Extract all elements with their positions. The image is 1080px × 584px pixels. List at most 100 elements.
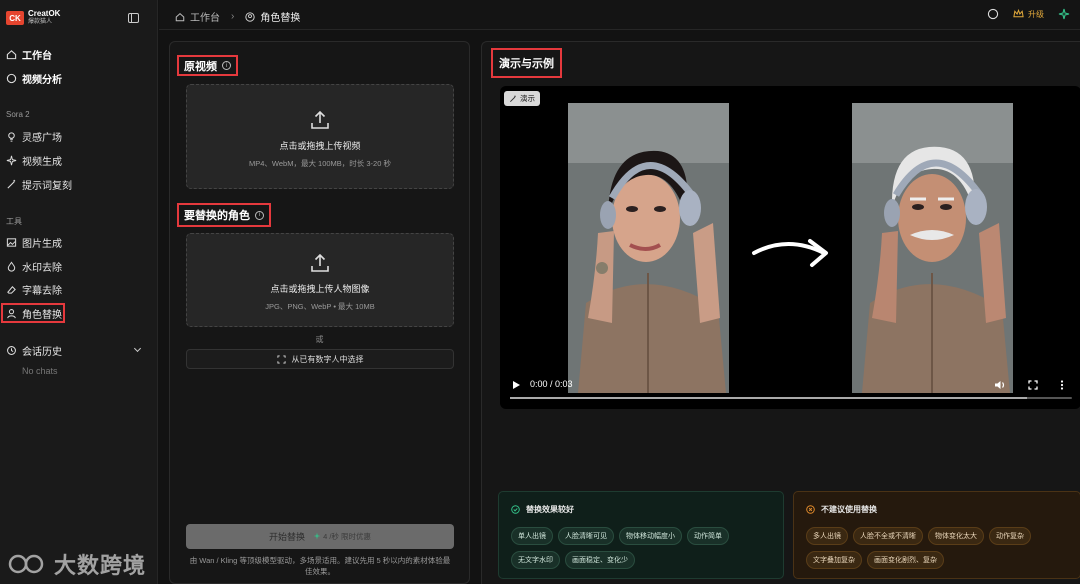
section-title-role: 要替换的角色 i	[177, 203, 271, 227]
tip-chip: 单人出镜	[511, 527, 553, 545]
arrow-right-icon	[752, 239, 828, 267]
start-cost: 4 /秒 限时优惠	[313, 531, 371, 542]
start-replace-button[interactable]: 开始替换 4 /秒 限时优惠	[186, 524, 454, 549]
sidebar-item-label: 角色替换	[22, 309, 62, 321]
sidebar-item-workbench[interactable]: 工作台	[4, 44, 152, 64]
upload-icon	[311, 253, 329, 272]
brand-sub: 爆款猫人	[28, 19, 53, 25]
volume-icon[interactable]	[994, 380, 1006, 390]
info-icon[interactable]: i	[255, 210, 264, 220]
sidebar-item-video-gen[interactable]: 视频生成	[4, 150, 152, 170]
sidebar-item-label: 字幕去除	[22, 285, 62, 297]
good-tips-title: 替换效果较好	[526, 505, 574, 514]
upgrade-button[interactable]: 升级	[1013, 9, 1044, 20]
sidebar-item-label: 灵感广场	[22, 132, 62, 144]
sparkle-icon[interactable]	[1058, 8, 1070, 20]
image-icon	[6, 237, 17, 247]
bulb-icon	[8, 131, 15, 142]
tip-chip: 人脸清晰可见	[558, 527, 614, 545]
brand-mark: CK	[6, 11, 24, 25]
pick-digital-human-button[interactable]: 从已有数字人中选择	[186, 349, 454, 369]
tip-chip: 画面变化剧烈、复杂	[867, 551, 944, 569]
or-divider: 或	[315, 335, 324, 344]
section-label-sora: Sora 2	[6, 110, 30, 119]
sidebar-item-role-replace[interactable]: 角色替换	[1, 303, 65, 323]
sparkle-icon	[6, 155, 17, 165]
section-label-tools: 工具	[6, 217, 22, 226]
play-icon[interactable]	[512, 380, 521, 390]
tip-chip: 无文字水印	[511, 551, 560, 569]
home-icon	[175, 12, 185, 21]
chat-bubble-icon	[6, 73, 17, 83]
video-upload-hint: MP4、WebM，最大 100MB，时长 3-20 秒	[249, 159, 391, 168]
sidebar-item-prompt-copy[interactable]: 提示词复刻	[4, 174, 152, 194]
pick-label: 从已有数字人中选择	[291, 354, 364, 364]
video-upload-text: 点击或拖拽上传视频	[279, 141, 361, 151]
demo-title: 演示与示例	[491, 48, 562, 78]
sidebar-item-inspiration[interactable]: 灵感广场	[4, 126, 152, 146]
woman-with-headphones-image	[568, 103, 729, 393]
brand-logo[interactable]: CK CreatOK 爆款猫人	[6, 10, 60, 26]
role-upload-hint: JPG、PNG、WebP • 最大 10MB	[265, 302, 375, 311]
history-icon	[7, 345, 16, 355]
fullscreen-icon[interactable]	[1028, 380, 1038, 390]
start-label: 开始替换	[268, 532, 305, 542]
sidebar-item-watermark-remove[interactable]: 水印去除	[4, 256, 152, 276]
breadcrumb-home[interactable]: 工作台	[190, 9, 220, 24]
eraser-icon	[7, 285, 16, 294]
source-video-title: 原视频	[184, 60, 217, 73]
wand-icon	[7, 179, 16, 189]
sidebar-item-video-analysis[interactable]: 视频分析	[4, 68, 152, 88]
sidebar-item-label: 会话历史	[22, 346, 62, 358]
user-icon	[7, 308, 16, 318]
sidebar-toggle-icon[interactable]	[128, 13, 139, 23]
more-options-icon[interactable]	[1060, 380, 1064, 390]
video-progress-bar[interactable]	[510, 397, 1072, 399]
video-time: 0:00 / 0:03	[530, 379, 573, 389]
after-frame	[852, 103, 1013, 393]
wand-icon	[510, 95, 516, 102]
chat-icon[interactable]	[987, 8, 999, 20]
bad-tips-title: 不建议使用替换	[821, 505, 877, 514]
watermark: 大数跨境	[8, 548, 146, 580]
video-controls: 0:00 / 0:03	[500, 369, 1080, 409]
check-circle-icon	[511, 505, 520, 514]
brand-name: CreatOK	[28, 9, 61, 18]
demo-tag: 演示	[504, 91, 540, 106]
start-cost-text: 4 /秒 限时优惠	[323, 532, 372, 541]
old-man-with-headphones-image	[852, 103, 1013, 393]
sidebar-item-image-gen[interactable]: 图片生成	[4, 232, 152, 252]
breadcrumb: 工作台 › 角色替换	[175, 9, 300, 24]
model-note: 由 Wan / Kling 等顶级模型驱动，多场景适用。建议先用 5 秒以内的素…	[189, 556, 451, 576]
upload-panel: 原视频 i 点击或拖拽上传视频 MP4、WebM，最大 100MB，时长 3-2…	[169, 41, 470, 584]
video-upload-dropzone[interactable]: 点击或拖拽上传视频 MP4、WebM，最大 100MB，时长 3-20 秒	[186, 84, 454, 189]
demo-tag-label: 演示	[520, 94, 535, 103]
video-progress-fill	[510, 397, 1028, 399]
watermark-text: 大数跨境	[54, 553, 147, 578]
tip-chip: 动作简单	[687, 527, 729, 545]
user-circle-icon	[245, 11, 255, 22]
top-bar: 工作台 › 角色替换 升级	[159, 0, 1080, 30]
tip-chip: 物体变化太大	[928, 527, 984, 545]
tip-chip: 人脸不全或不清晰	[853, 527, 923, 545]
sidebar-item-label: 水印去除	[22, 262, 62, 274]
sidebar-item-subtitle-remove[interactable]: 字幕去除	[4, 279, 152, 299]
before-frame	[568, 103, 729, 393]
tip-chip: 多人出镜	[806, 527, 848, 545]
sidebar-item-label: 图片生成	[22, 238, 62, 250]
sparkle-icon	[313, 532, 321, 540]
scan-icon	[276, 354, 286, 364]
upgrade-label: 升级	[1028, 9, 1044, 19]
breadcrumb-separator: ›	[231, 11, 235, 22]
role-upload-text: 点击或拖拽上传人物图像	[270, 284, 370, 294]
role-upload-dropzone[interactable]: 点击或拖拽上传人物图像 JPG、PNG、WebP • 最大 10MB	[186, 233, 454, 327]
chevron-down-icon[interactable]	[133, 344, 142, 353]
demo-video-player[interactable]: 演示 0:00 / 0:03	[500, 86, 1080, 409]
good-tips-chips: 单人出镜 人脸清晰可见 物体移动幅度小 动作简单 无文字水印 画面稳定、变化少	[511, 527, 781, 569]
tip-chip: 画面稳定、变化少	[565, 551, 635, 569]
section-title-source-video: 原视频 i	[177, 55, 238, 76]
tip-chip: 动作复杂	[989, 527, 1031, 545]
sidebar-item-label: 提示词复刻	[22, 180, 72, 192]
info-icon[interactable]: i	[222, 61, 231, 70]
sidebar-item-history[interactable]: 会话历史	[4, 340, 152, 360]
